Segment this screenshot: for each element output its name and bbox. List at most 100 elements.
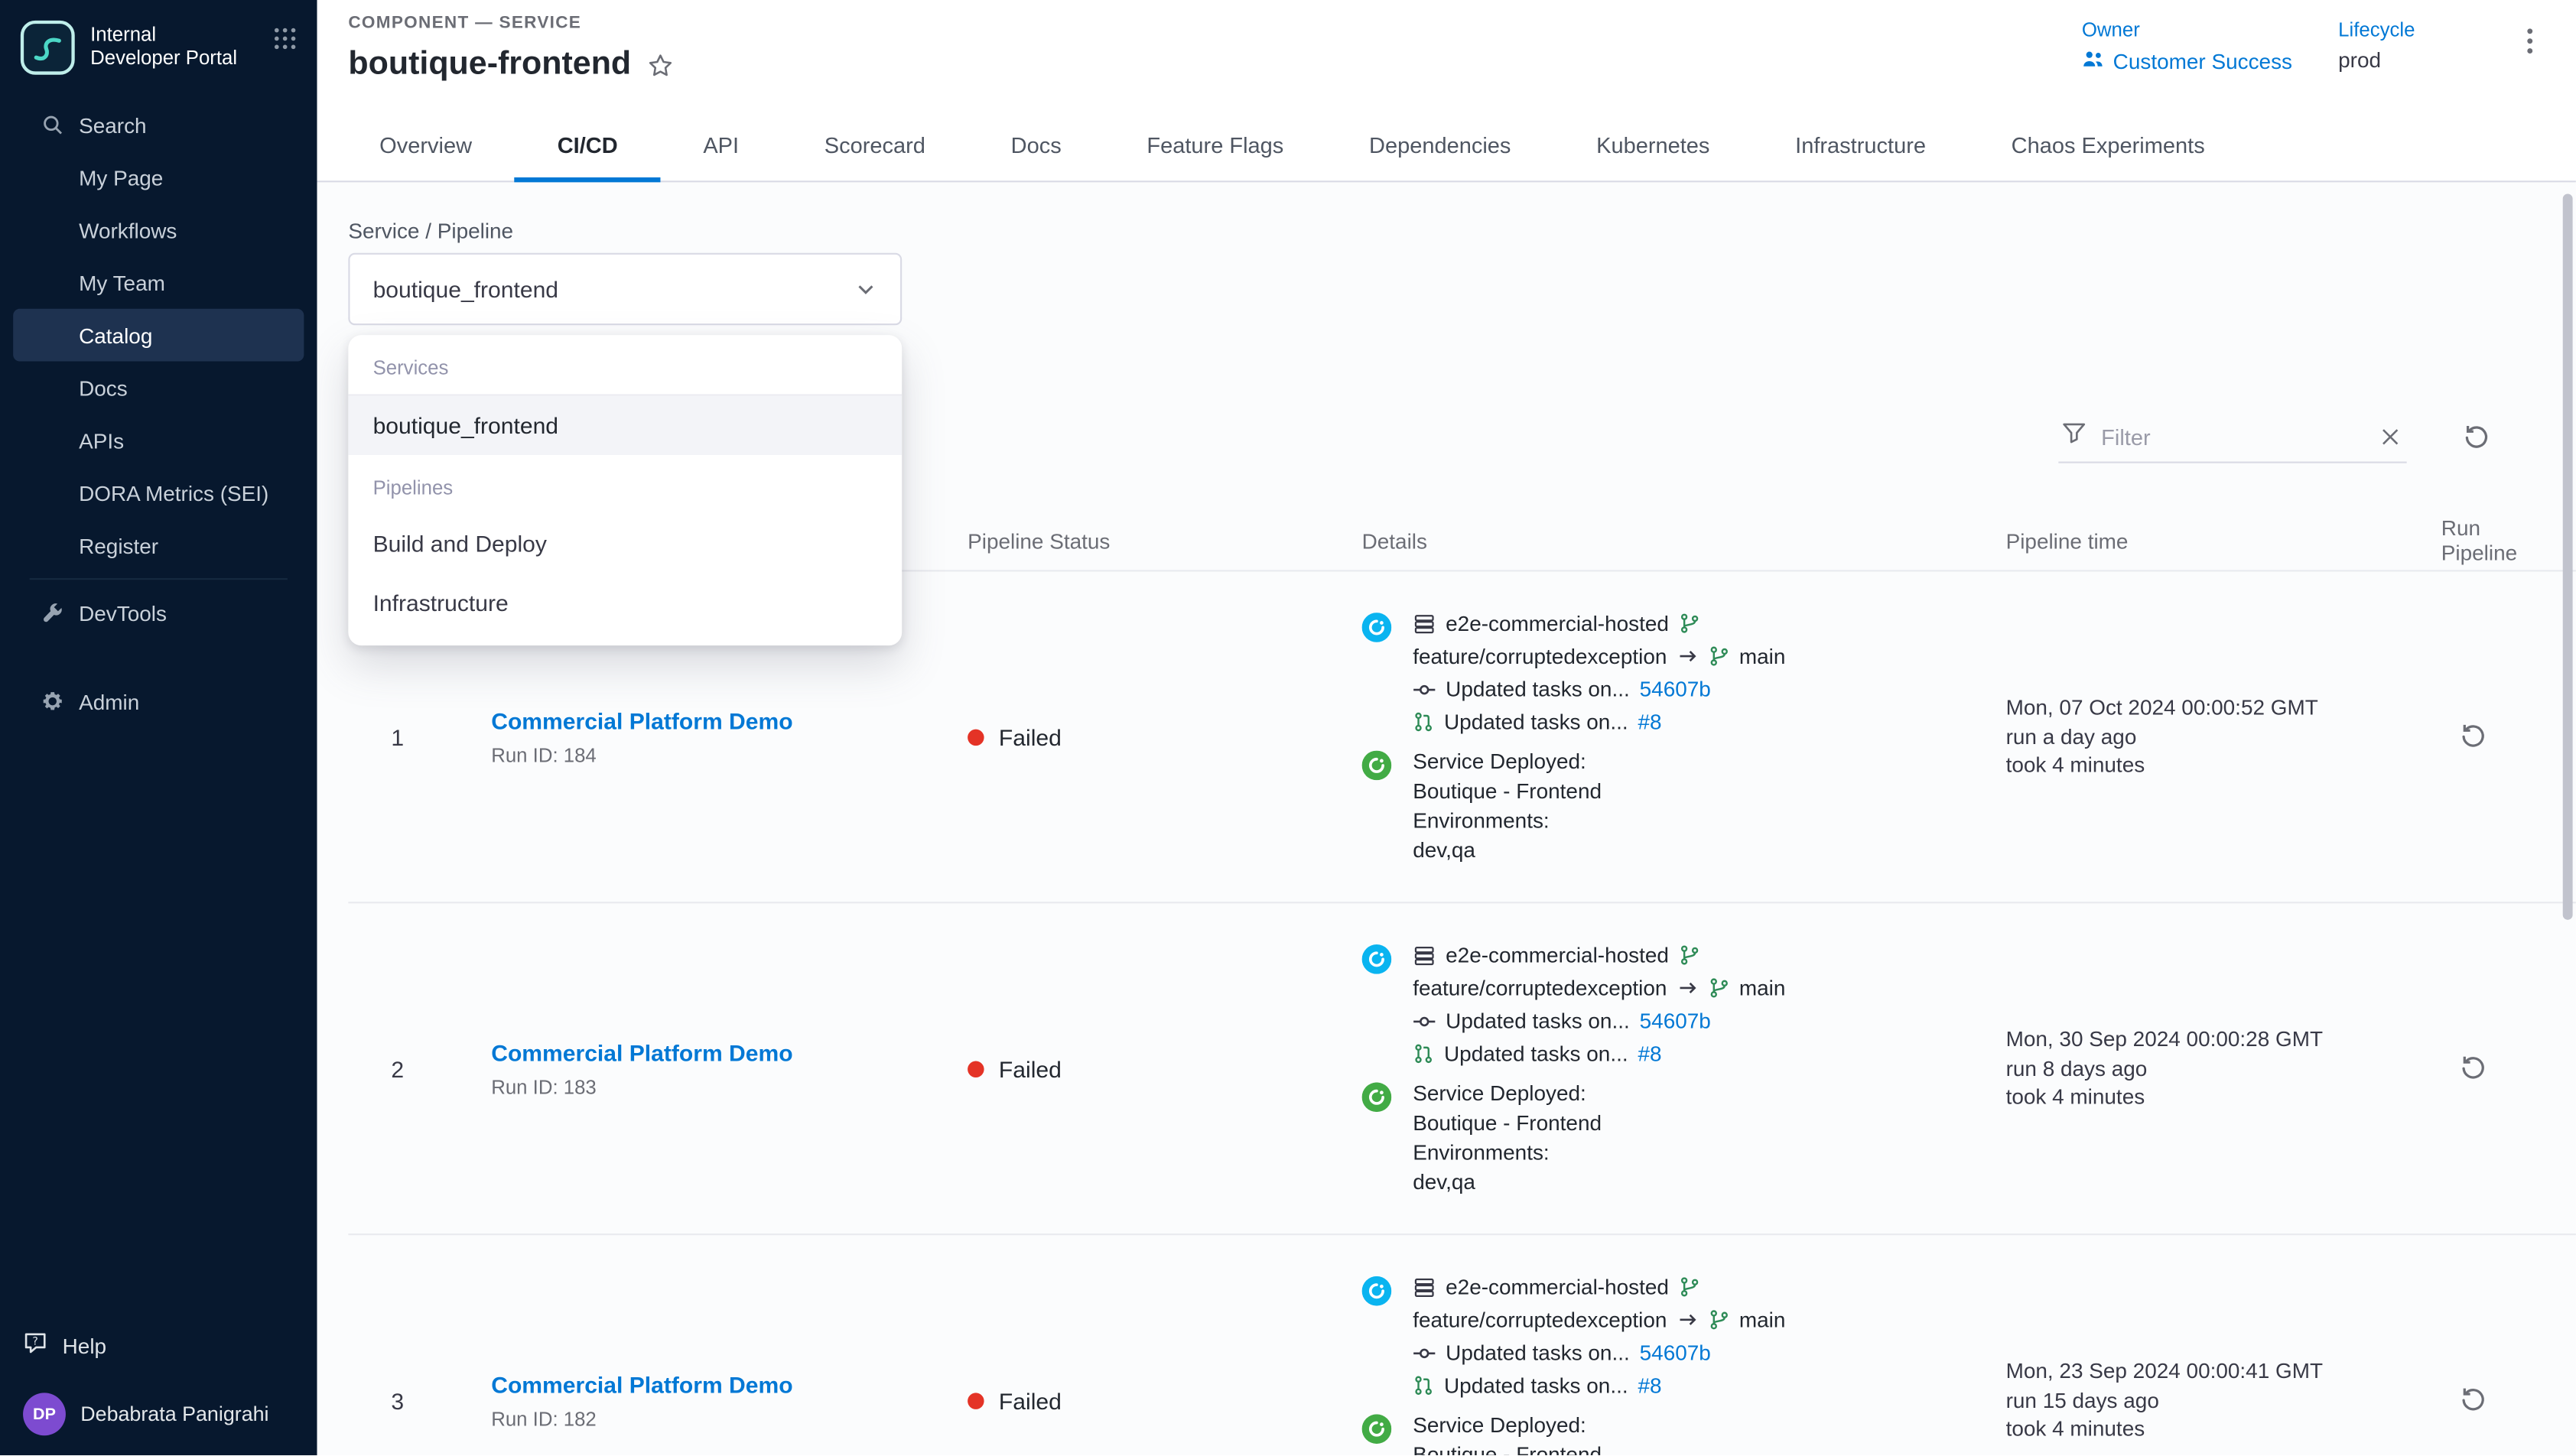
tab-feature-flags[interactable]: Feature Flags	[1104, 109, 1327, 181]
dropdown-option-boutique-frontend[interactable]: boutique_frontend	[348, 396, 902, 455]
sidebar-item-label: DORA Metrics (SEI)	[79, 480, 268, 505]
breadcrumb: COMPONENT — SERVICE	[348, 13, 674, 33]
dropdown-option-build-and-deploy[interactable]: Build and Deploy	[348, 514, 902, 573]
details-cell: e2e-commercial-hosted feature/corruptede…	[1362, 610, 2006, 863]
sidebar-item-apis[interactable]: APIs	[13, 414, 304, 466]
arrow-right-icon	[1677, 977, 1698, 999]
sidebar-item-admin[interactable]: Admin	[13, 675, 304, 728]
pr-message: Updated tasks on...	[1444, 709, 1628, 735]
time-cell: Mon, 07 Oct 2024 00:00:52 GMT run a day …	[2006, 694, 2441, 780]
filter-input[interactable]	[2098, 423, 2366, 451]
sidebar-item-label: Register	[79, 533, 158, 557]
cd-stage-icon	[1362, 1413, 1392, 1443]
tab-cicd[interactable]: CI/CD	[515, 109, 661, 181]
sidebar: Internal Developer Portal Search My Page…	[0, 0, 317, 1455]
gear-icon	[41, 690, 64, 713]
run-ago: run a day ago	[2006, 723, 2441, 752]
rerun-pipeline-button[interactable]	[2454, 718, 2492, 756]
commit-hash-link[interactable]: 54607b	[1640, 676, 1711, 702]
sidebar-item-docs[interactable]: Docs	[13, 362, 304, 414]
run-duration: took 4 minutes	[2006, 1415, 2441, 1444]
sidebar-item-devtools[interactable]: DevTools	[13, 587, 304, 639]
user-menu[interactable]: DP Debabrata Panigrahi	[23, 1393, 294, 1435]
more-options-icon[interactable]	[2517, 18, 2543, 61]
apps-grid-icon[interactable]	[269, 20, 301, 63]
pr-number-link[interactable]: #8	[1638, 709, 1661, 735]
portal-title: Internal Developer Portal	[90, 20, 242, 69]
user-avatar: DP	[23, 1393, 66, 1435]
pr-number-link[interactable]: #8	[1638, 1373, 1661, 1399]
run-number[interactable]: 2	[348, 1055, 447, 1081]
rerun-pipeline-button[interactable]	[2454, 1050, 2492, 1087]
run-number[interactable]: 3	[348, 1387, 447, 1413]
wrench-icon	[41, 601, 64, 624]
commit-message: Updated tasks on...	[1446, 1340, 1630, 1366]
commit-hash-link[interactable]: 54607b	[1640, 1340, 1711, 1366]
repo-name: e2e-commercial-hosted	[1446, 610, 1669, 636]
git-branch-icon	[1679, 944, 1700, 966]
sidebar-item-my-page[interactable]: My Page	[13, 151, 304, 204]
target-branch: main	[1739, 643, 1786, 669]
tab-overview[interactable]: Overview	[337, 109, 515, 181]
clear-filter-icon[interactable]	[2377, 424, 2403, 450]
sidebar-item-catalog[interactable]: Catalog	[13, 309, 304, 362]
commit-message: Updated tasks on...	[1446, 676, 1630, 702]
help-button[interactable]: ? Help	[23, 1321, 294, 1370]
git-branch-icon	[1708, 1309, 1729, 1331]
pipeline-name-link[interactable]: Commercial Platform Demo	[491, 707, 792, 733]
pipeline-cell: Commercial Platform Demo Run ID: 182	[447, 1370, 968, 1429]
filter-field	[2058, 412, 2406, 463]
repository-icon	[1413, 612, 1436, 635]
pipeline-table: Pipeline Status Details Pipeline time Ru…	[348, 511, 2576, 1455]
environments-value: dev,qa	[1413, 1168, 1602, 1194]
owner-label: Owner	[2082, 18, 2292, 41]
sidebar-nav: Search My Page Workflows My Team Catalog…	[0, 89, 317, 728]
run-id: Run ID: 183	[491, 1075, 968, 1098]
vertical-scrollbar[interactable]	[2563, 193, 2573, 919]
owner-link[interactable]: Customer Success	[2082, 47, 2292, 76]
details-cell: e2e-commercial-hosted feature/corruptede…	[1362, 1274, 2006, 1455]
sidebar-item-my-team[interactable]: My Team	[13, 256, 304, 309]
source-branch: feature/corruptedexception	[1413, 643, 1667, 669]
favorite-star-icon[interactable]	[648, 52, 674, 78]
pipeline-name-link[interactable]: Commercial Platform Demo	[491, 1370, 792, 1396]
ci-stage-icon	[1362, 944, 1392, 973]
sidebar-item-register[interactable]: Register	[13, 519, 304, 572]
tab-dependencies[interactable]: Dependencies	[1326, 109, 1553, 181]
main-panel: COMPONENT — SERVICE boutique-frontend Ow…	[317, 0, 2576, 1455]
rerun-pipeline-button[interactable]	[2454, 1381, 2492, 1419]
pipeline-cell: Commercial Platform Demo Run ID: 183	[447, 1039, 968, 1098]
refresh-icon[interactable]	[2459, 421, 2493, 455]
service-pipeline-select[interactable]: boutique_frontend	[348, 253, 902, 326]
tab-scorecard[interactable]: Scorecard	[782, 109, 968, 181]
dropdown-group-pipelines: Pipelines	[348, 455, 902, 514]
dropdown-option-infrastructure[interactable]: Infrastructure	[348, 574, 902, 632]
deploy-service: Boutique - Frontend	[1413, 778, 1602, 804]
repo-name: e2e-commercial-hosted	[1446, 942, 1669, 968]
deploy-service: Boutique - Frontend	[1413, 1110, 1602, 1136]
sidebar-item-search[interactable]: Search	[13, 99, 304, 151]
tab-infrastructure[interactable]: Infrastructure	[1752, 109, 1969, 181]
sidebar-item-workflows[interactable]: Workflows	[13, 203, 304, 256]
sidebar-item-dora-metrics[interactable]: DORA Metrics (SEI)	[13, 466, 304, 519]
cicd-content: Service / Pipeline boutique_frontend Ser…	[317, 182, 2576, 1455]
repository-icon	[1413, 1276, 1436, 1298]
run-ago: run 8 days ago	[2006, 1054, 2441, 1083]
tab-docs[interactable]: Docs	[968, 109, 1104, 181]
run-duration: took 4 minutes	[2006, 1083, 2441, 1112]
pr-number-link[interactable]: #8	[1638, 1041, 1661, 1067]
commit-hash-link[interactable]: 54607b	[1640, 1008, 1711, 1034]
app-root: Internal Developer Portal Search My Page…	[0, 0, 2576, 1455]
service-pipeline-dropdown: Services boutique_frontend Pipelines Bui…	[348, 335, 902, 645]
tab-kubernetes[interactable]: Kubernetes	[1553, 109, 1752, 181]
pipeline-name-link[interactable]: Commercial Platform Demo	[491, 1039, 792, 1065]
select-value: boutique_frontend	[373, 276, 558, 302]
git-branch-icon	[1708, 977, 1729, 999]
run-date: Mon, 07 Oct 2024 00:00:52 GMT	[2006, 694, 2441, 723]
run-number[interactable]: 1	[348, 723, 447, 749]
tab-api[interactable]: API	[660, 109, 781, 181]
tab-chaos-experiments[interactable]: Chaos Experiments	[1969, 109, 2248, 181]
repository-icon	[1413, 944, 1436, 967]
cd-stage-icon	[1362, 1081, 1392, 1111]
table-row: 3 Commercial Platform Demo Run ID: 182 F…	[348, 1233, 2576, 1455]
